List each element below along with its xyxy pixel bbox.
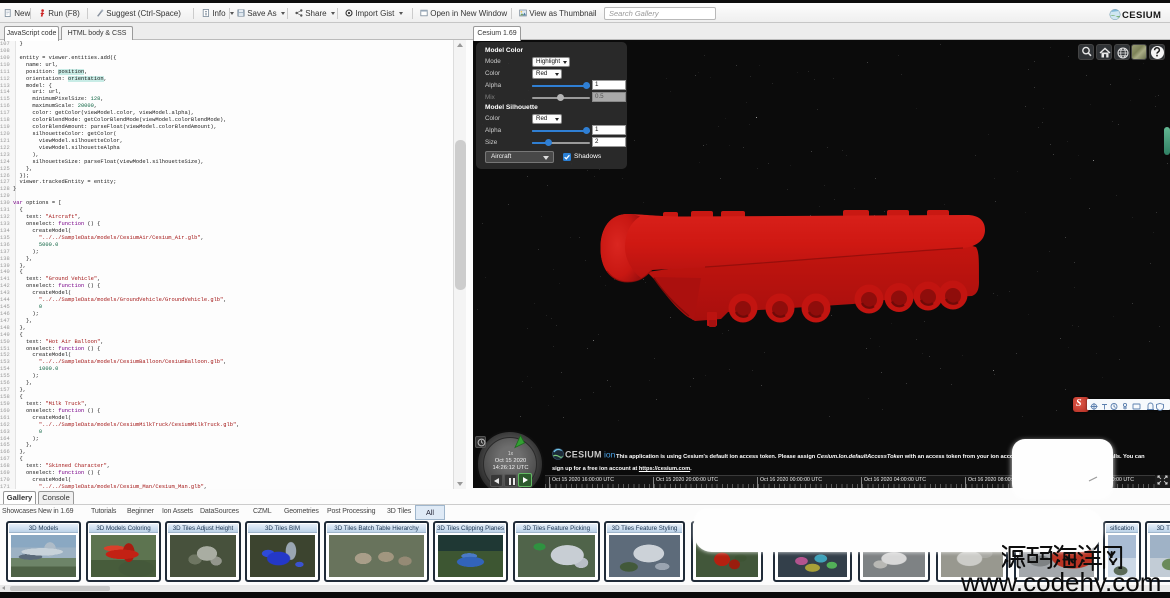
svg-text:CESIUM: CESIUM (1122, 10, 1161, 21)
